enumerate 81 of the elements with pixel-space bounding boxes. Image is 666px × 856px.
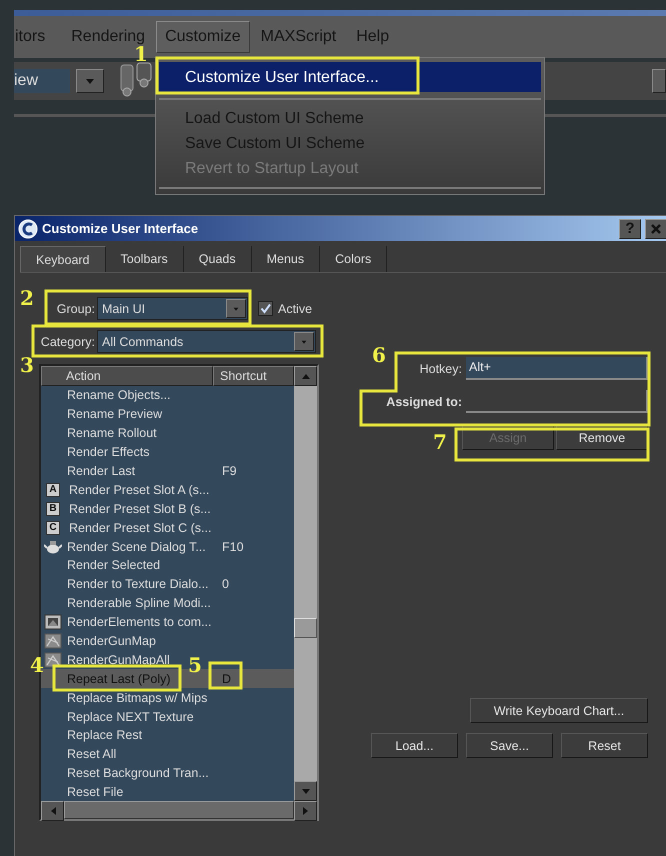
action-name[interactable]: Rename Preview — [67, 407, 162, 422]
action-name[interactable]: Reset Background Tran... — [67, 766, 209, 780]
close-icon — [650, 222, 662, 234]
action-name[interactable]: Render Preset Slot C (s... — [69, 520, 212, 535]
action-name[interactable]: Render Effects — [67, 445, 150, 460]
caret-icon — [85, 77, 95, 85]
checkbox-label: Active — [278, 302, 312, 316]
action-name[interactable]: RenderGunMap — [67, 634, 156, 648]
callout-number: 6 — [372, 345, 386, 365]
shortcut-key: D — [219, 672, 232, 686]
field-label: Assigned to: — [386, 394, 462, 408]
layers-icon — [44, 614, 62, 630]
action-name[interactable]: RenderGunMapAll — [67, 652, 170, 667]
category-dropdown[interactable]: All Commands — [97, 330, 316, 353]
preset-slot-icon: C — [46, 520, 60, 535]
action-name[interactable]: Render to Texture Dialo... — [67, 577, 209, 592]
action-name[interactable]: Replace NEXT Texture — [67, 710, 194, 724]
shortcut-key: F9 — [219, 464, 237, 478]
horizontal-scroll-bar[interactable] — [41, 801, 317, 819]
tab[interactable]: Keyboard — [20, 246, 106, 272]
action-name[interactable]: Render Scene Dialog T... — [67, 540, 206, 554]
action-name[interactable]: Rename Objects... — [67, 388, 171, 402]
shortcut-key: 0 — [219, 577, 229, 592]
field-label: Hotkey: — [420, 362, 462, 376]
action-name[interactable]: Render Selected — [67, 558, 160, 572]
column-header[interactable]: Shortcut — [213, 366, 294, 386]
preset-slot-icon: A — [46, 482, 60, 497]
dropdown-value: Main UI — [102, 302, 146, 316]
view-dropdown-field[interactable]: iew — [14, 69, 70, 93]
field-label: Category: — [40, 334, 96, 348]
scroll-left-button[interactable] — [41, 801, 64, 821]
shortcut-key: F10 — [219, 540, 244, 554]
texture-icon — [44, 633, 62, 650]
button[interactable]: Save... — [466, 733, 553, 758]
callout-number: 2 — [20, 288, 34, 308]
callout-number: 3 — [20, 355, 34, 375]
action-name[interactable]: Rename Rollout — [67, 426, 157, 440]
check-icon — [260, 303, 271, 314]
action-name[interactable]: Renderable Spline Modi... — [67, 596, 211, 610]
preset-slot-icon: B — [46, 502, 60, 516]
caret-icon — [300, 372, 310, 380]
highlight-frame — [208, 662, 242, 690]
window-title: Customize User Interface — [42, 221, 198, 236]
action-name[interactable]: Reset File — [67, 785, 124, 800]
scroll-up-button[interactable] — [294, 366, 317, 386]
scroll-right-button[interactable] — [294, 801, 317, 821]
action-name: Repeat Last (Poly) — [67, 672, 171, 686]
action-name[interactable]: Reset All — [67, 747, 116, 762]
dropdown-button[interactable] — [76, 69, 104, 93]
hotkey-field[interactable]: Alt+ — [466, 357, 648, 380]
action-name[interactable]: Replace Bitmaps w/ Mips — [67, 690, 208, 705]
button[interactable]: Reset — [561, 733, 648, 758]
logo-icon — [18, 218, 38, 238]
caret-icon — [302, 806, 310, 816]
scroll-down-button[interactable] — [294, 781, 317, 801]
scroll-thumb[interactable] — [64, 801, 294, 819]
close-button[interactable] — [645, 218, 666, 238]
action-name[interactable]: Render Preset Slot A (s... — [69, 482, 210, 497]
callout-number: 7 — [433, 432, 447, 452]
action-name[interactable]: Render Preset Slot B (s... — [69, 502, 211, 516]
dropdown-button[interactable] — [226, 299, 246, 318]
callout-number: 1 — [134, 44, 148, 64]
button[interactable]: Load... — [371, 733, 458, 758]
texture-icon — [44, 652, 62, 668]
dropdown-value: All Commands — [102, 334, 184, 348]
menu-item[interactable]: Customize User Interface... — [159, 62, 541, 92]
field-label: Group: — [56, 302, 96, 316]
column-header[interactable]: Action — [41, 366, 213, 386]
button[interactable]: Write Keyboard Chart... — [470, 698, 648, 723]
caret-icon — [300, 787, 310, 795]
scroll-bar[interactable] — [294, 366, 317, 801]
caret-icon — [48, 806, 56, 816]
action-name[interactable]: Render Last — [67, 464, 136, 478]
teapot-icon — [44, 538, 62, 555]
dropdown-button[interactable] — [652, 69, 666, 93]
checkbox[interactable] — [258, 301, 273, 316]
group-dropdown[interactable]: Main UI — [97, 297, 248, 320]
dropdown-button[interactable] — [294, 332, 314, 351]
callout-number: 4 — [30, 655, 44, 675]
action-name[interactable]: RenderElements to com... — [67, 615, 212, 630]
action-name[interactable]: Replace Rest — [67, 728, 142, 742]
